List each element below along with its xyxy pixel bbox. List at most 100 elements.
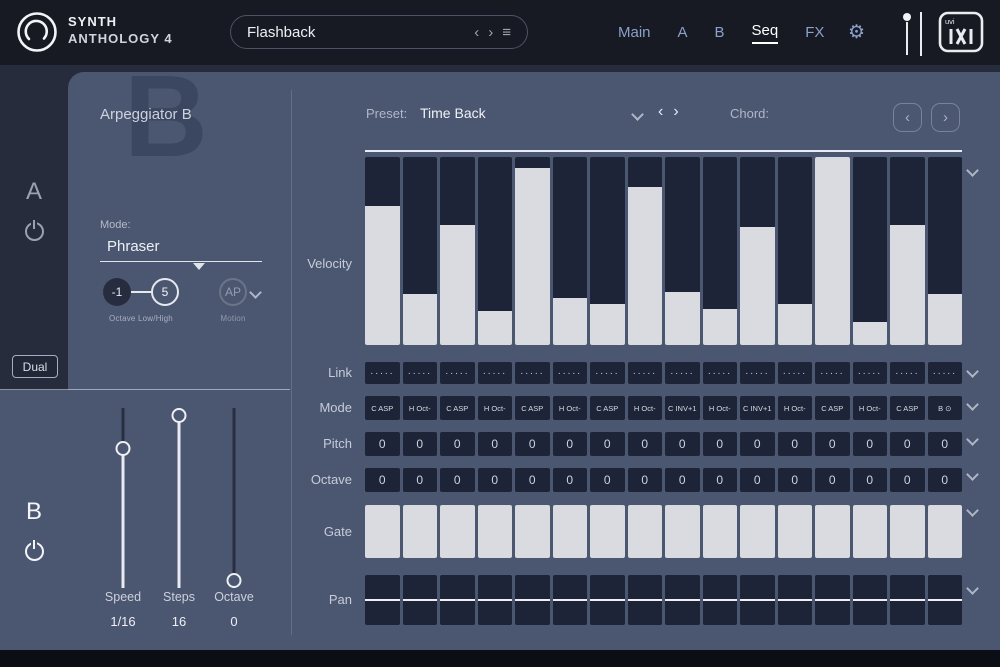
- gate-step[interactable]: [403, 505, 438, 558]
- link-step[interactable]: ·····: [665, 362, 700, 384]
- pitch-step[interactable]: 0: [403, 432, 438, 456]
- octave-step[interactable]: 0: [815, 468, 850, 492]
- link-step[interactable]: ·····: [403, 362, 438, 384]
- pitch-step[interactable]: 0: [928, 432, 963, 456]
- mode-step[interactable]: H Oct-: [553, 396, 588, 420]
- mode-step[interactable]: C INV+1: [740, 396, 775, 420]
- gate-step[interactable]: [853, 505, 888, 558]
- octave-step[interactable]: 0: [740, 468, 775, 492]
- octave-step[interactable]: 0: [890, 468, 925, 492]
- velocity-step[interactable]: [815, 157, 850, 345]
- velocity-step[interactable]: [740, 157, 775, 345]
- link-step[interactable]: ·····: [478, 362, 513, 384]
- speed-value[interactable]: 1/16: [92, 614, 154, 629]
- pitch-step[interactable]: 0: [590, 432, 625, 456]
- octave-step[interactable]: 0: [365, 468, 400, 492]
- pan-step[interactable]: [778, 575, 813, 625]
- velocity-step[interactable]: [515, 157, 550, 345]
- octave-low-knob[interactable]: -1: [103, 278, 131, 306]
- velocity-step[interactable]: [778, 157, 813, 345]
- pan-step[interactable]: [365, 575, 400, 625]
- pitch-step[interactable]: 0: [740, 432, 775, 456]
- link-step[interactable]: ·····: [553, 362, 588, 384]
- mode-step[interactable]: C ASP: [815, 396, 850, 420]
- link-step[interactable]: ·····: [815, 362, 850, 384]
- chord-next-button[interactable]: ›: [931, 103, 960, 132]
- mode-step[interactable]: H Oct-: [403, 396, 438, 420]
- pan-step[interactable]: [553, 575, 588, 625]
- octave-step[interactable]: 0: [665, 468, 700, 492]
- mode-step[interactable]: C ASP: [440, 396, 475, 420]
- velocity-step[interactable]: [365, 157, 400, 345]
- pitch-step[interactable]: 0: [515, 432, 550, 456]
- gate-step[interactable]: [928, 505, 963, 558]
- pitch-step[interactable]: 0: [703, 432, 738, 456]
- pitch-step[interactable]: 0: [815, 432, 850, 456]
- global-preset-selector[interactable]: Flashback ‹ › ≡: [230, 15, 528, 49]
- velocity-step[interactable]: [703, 157, 738, 345]
- pitch-step[interactable]: 0: [665, 432, 700, 456]
- link-step[interactable]: ·····: [440, 362, 475, 384]
- mode-step[interactable]: H Oct-: [778, 396, 813, 420]
- gate-step[interactable]: [553, 505, 588, 558]
- gate-step[interactable]: [778, 505, 813, 558]
- pan-step[interactable]: [665, 575, 700, 625]
- gate-step[interactable]: [515, 505, 550, 558]
- pitch-step[interactable]: 0: [853, 432, 888, 456]
- mode-dropdown[interactable]: Phraser: [107, 238, 160, 255]
- gate-step[interactable]: [815, 505, 850, 558]
- volume-fader[interactable]: [903, 11, 931, 57]
- link-step[interactable]: ·····: [890, 362, 925, 384]
- preset-next-icon[interactable]: ›: [488, 24, 493, 41]
- link-step[interactable]: ·····: [515, 362, 550, 384]
- link-step[interactable]: ·····: [365, 362, 400, 384]
- velocity-step[interactable]: [928, 157, 963, 345]
- velocity-step[interactable]: [665, 157, 700, 345]
- pan-step[interactable]: [853, 575, 888, 625]
- pitch-step[interactable]: 0: [553, 432, 588, 456]
- mode-step[interactable]: H Oct-: [853, 396, 888, 420]
- seq-preset-value[interactable]: Time Back: [420, 105, 486, 121]
- gate-step[interactable]: [590, 505, 625, 558]
- settings-gear-icon[interactable]: ⚙: [848, 21, 865, 44]
- pan-step[interactable]: [703, 575, 738, 625]
- link-step[interactable]: ·····: [628, 362, 663, 384]
- velocity-step[interactable]: [403, 157, 438, 345]
- octave-step[interactable]: 0: [515, 468, 550, 492]
- pan-step[interactable]: [403, 575, 438, 625]
- preset-prev-icon[interactable]: ‹: [474, 24, 479, 41]
- mode-step[interactable]: H Oct-: [703, 396, 738, 420]
- octave-high-knob[interactable]: 5: [151, 278, 179, 306]
- mode-step[interactable]: C ASP: [515, 396, 550, 420]
- mode-step[interactable]: C ASP: [590, 396, 625, 420]
- gate-step[interactable]: [740, 505, 775, 558]
- link-step[interactable]: ·····: [703, 362, 738, 384]
- velocity-step[interactable]: [890, 157, 925, 345]
- pan-step[interactable]: [928, 575, 963, 625]
- volume-fader-knob[interactable]: [903, 13, 911, 21]
- octave-step[interactable]: 0: [778, 468, 813, 492]
- gate-step[interactable]: [478, 505, 513, 558]
- pitch-step[interactable]: 0: [478, 432, 513, 456]
- pitch-step[interactable]: 0: [440, 432, 475, 456]
- gate-step[interactable]: [628, 505, 663, 558]
- nav-tab-fx[interactable]: FX: [805, 24, 824, 41]
- link-step[interactable]: ·····: [740, 362, 775, 384]
- chord-prev-button[interactable]: ‹: [893, 103, 922, 132]
- octave-step[interactable]: 0: [403, 468, 438, 492]
- gate-step[interactable]: [665, 505, 700, 558]
- octave-step[interactable]: 0: [928, 468, 963, 492]
- gate-step[interactable]: [365, 505, 400, 558]
- layer-a-power-icon[interactable]: [25, 222, 44, 241]
- pan-step[interactable]: [515, 575, 550, 625]
- pan-step[interactable]: [740, 575, 775, 625]
- link-step[interactable]: ·····: [853, 362, 888, 384]
- pitch-step[interactable]: 0: [628, 432, 663, 456]
- layer-a-selector[interactable]: A: [0, 178, 68, 241]
- octave-step[interactable]: 0: [440, 468, 475, 492]
- link-step[interactable]: ·····: [590, 362, 625, 384]
- speed-slider-handle[interactable]: [116, 441, 131, 456]
- velocity-step[interactable]: [628, 157, 663, 345]
- gate-step[interactable]: [440, 505, 475, 558]
- velocity-step[interactable]: [590, 157, 625, 345]
